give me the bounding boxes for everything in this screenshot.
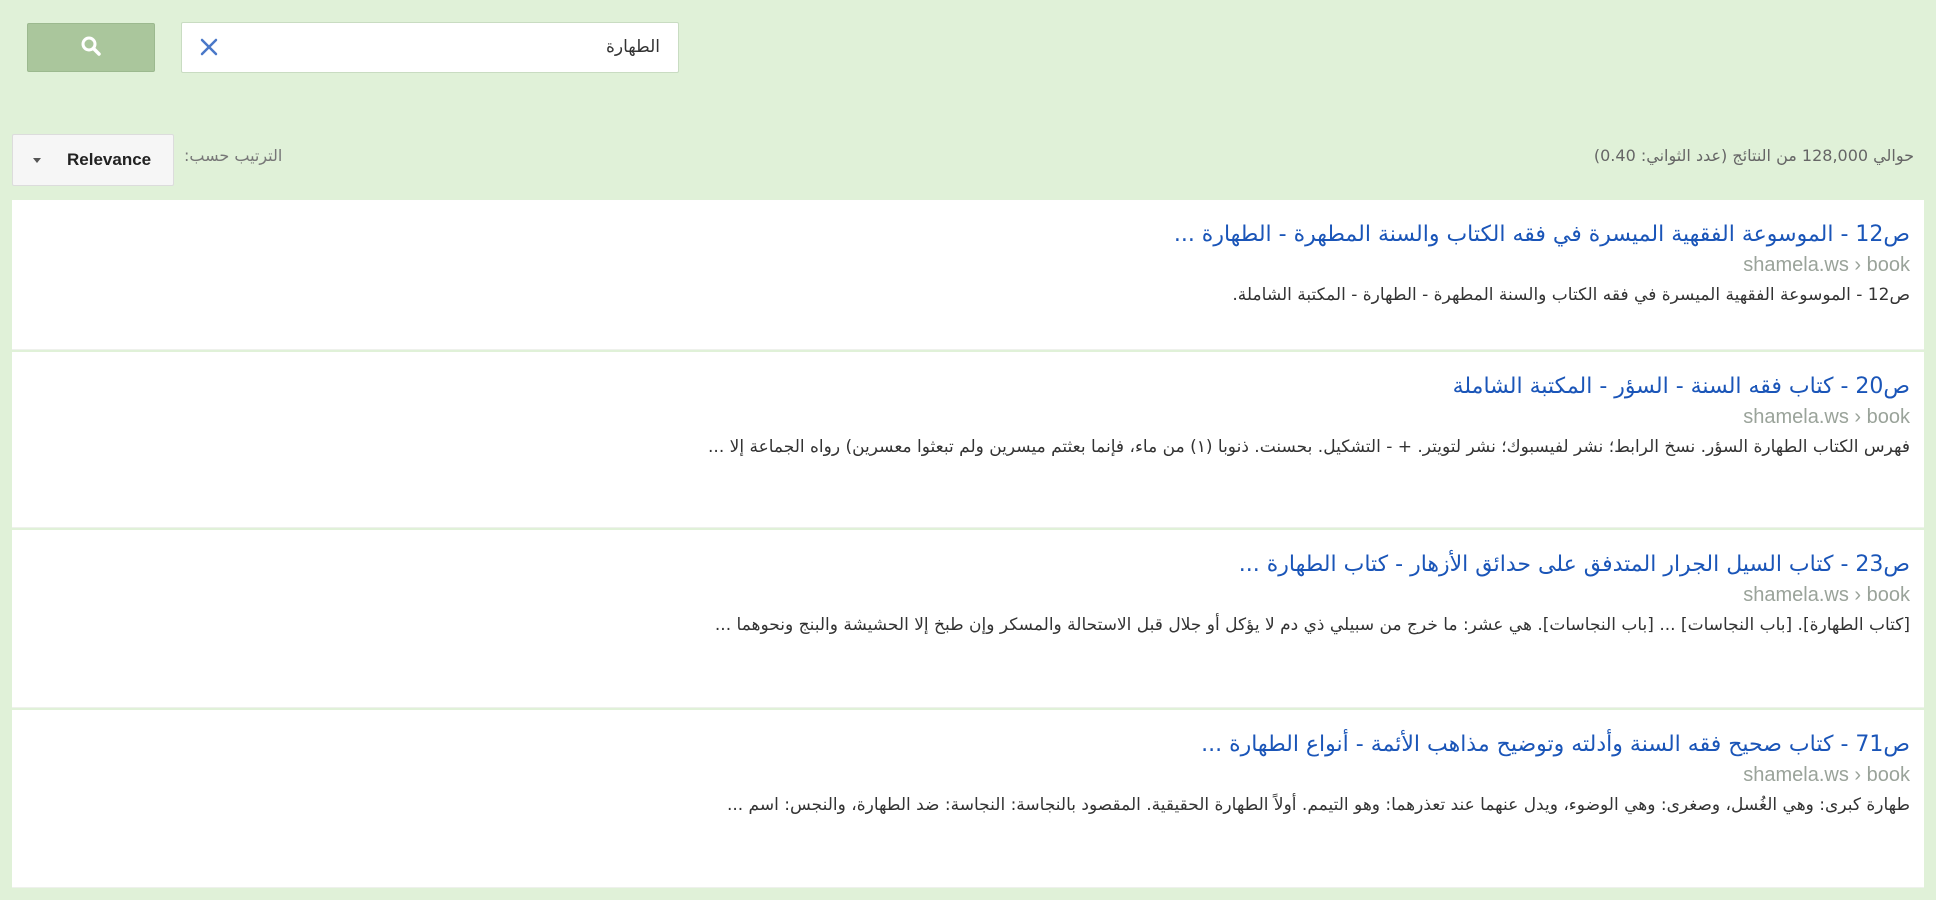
search-icon (80, 35, 102, 61)
result-snippet: [كتاب الطهارة]. [باب النجاسات] ... [باب … (714, 615, 1910, 635)
result-snippet: فهرس الكتاب الطهارة السؤر. نسخ الرابط؛ ن… (708, 437, 1910, 457)
result-url[interactable]: shamela.ws › book (26, 250, 1910, 280)
sort-label: الترتيب حسب: (184, 146, 283, 165)
close-icon[interactable] (196, 34, 222, 60)
result-item: ص20 - كتاب فقه السنة - السؤر - المكتبة ا… (12, 352, 1924, 528)
result-title-link[interactable]: ص20 - كتاب فقه السنة - السؤر - المكتبة ا… (26, 372, 1910, 402)
result-title-link[interactable]: ص71 - كتاب صحيح فقه السنة وأدلته وتوضيح … (26, 730, 1910, 760)
result-snippet: ص12 - الموسوعة الفقهية الميسرة في فقه ال… (1232, 285, 1910, 305)
result-stats: حوالي 128,000 من النتائج (عدد الثواني: 0… (1593, 146, 1914, 165)
sort-selected-value: Relevance (67, 150, 152, 169)
result-url[interactable]: shamela.ws › book (26, 402, 1910, 432)
search-header (0, 0, 1936, 130)
result-url[interactable]: shamela.ws › book (26, 760, 1910, 790)
result-item: ص12 - الموسوعة الفقهية الميسرة في فقه ال… (12, 200, 1924, 350)
result-title-link[interactable]: ص12 - الموسوعة الفقهية الميسرة في فقه ال… (26, 220, 1910, 250)
result-snippet: طهارة كبرى: وهي الغُسل، وصغرى: وهي الوضو… (726, 795, 1910, 815)
search-box (181, 22, 679, 73)
result-item: ص71 - كتاب صحيح فقه السنة وأدلته وتوضيح … (12, 710, 1924, 888)
result-url[interactable]: shamela.ws › book (26, 580, 1910, 610)
sort-dropdown[interactable]: Relevance (12, 134, 174, 186)
chevron-down-icon (33, 157, 41, 163)
search-results-page: Relevance الترتيب حسب: حوالي 128,000 من … (0, 0, 1936, 900)
search-button[interactable] (27, 23, 155, 72)
result-item: ص23 - كتاب السيل الجرار المتدفق على حدائ… (12, 530, 1924, 708)
search-input[interactable] (230, 29, 660, 65)
result-title-link[interactable]: ص23 - كتاب السيل الجرار المتدفق على حدائ… (26, 550, 1910, 580)
